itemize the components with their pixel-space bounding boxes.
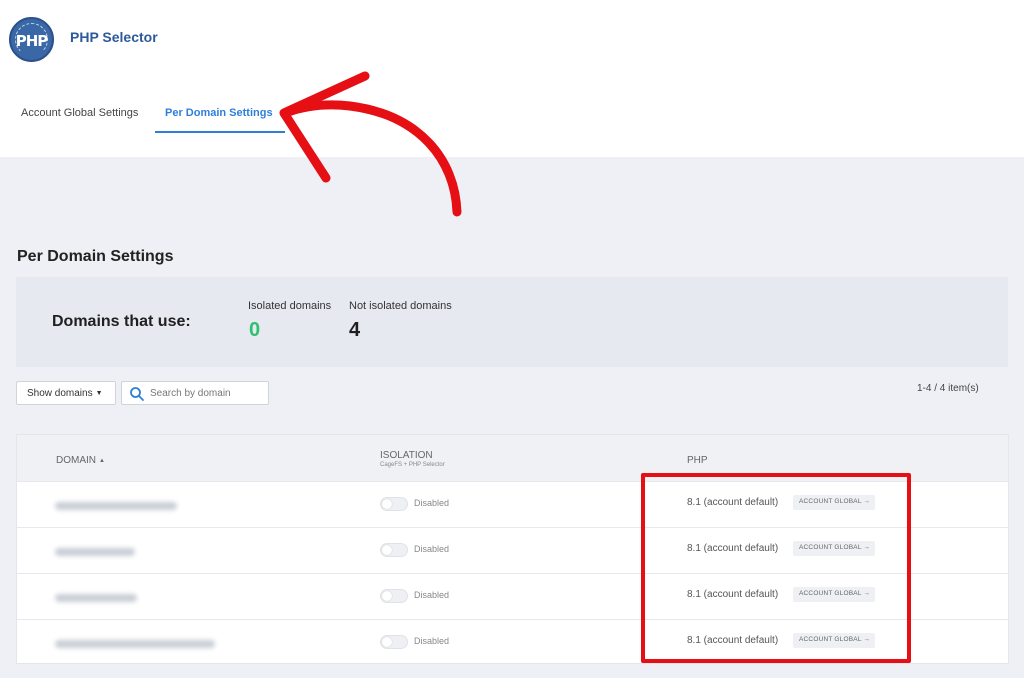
search-input[interactable] — [150, 385, 265, 402]
tab-account-global-settings[interactable]: Account Global Settings — [21, 107, 138, 119]
pagination-info: 1-4 / 4 item(s) — [917, 383, 979, 394]
isolation-status: Disabled — [414, 636, 450, 646]
isolation-toggle[interactable] — [380, 635, 408, 649]
domain-stats-panel: Domains that use: Isolated domains 0 Not… — [16, 277, 1008, 367]
domains-table: DOMAIN ▲ ISOLATION CageFS + PHP Selector … — [16, 434, 1009, 664]
isolation-toggle[interactable] — [380, 497, 408, 511]
php-logo-icon: PHP — [9, 17, 54, 62]
table-row: Disabled 8.1 (account default) ACCOUNT G… — [17, 527, 1008, 573]
isolation-toggle[interactable] — [380, 589, 408, 603]
stats-heading: Domains that use: — [52, 313, 191, 330]
column-header-isolation: ISOLATION — [380, 450, 433, 461]
column-header-domain[interactable]: DOMAIN ▲ — [56, 455, 105, 466]
not-isolated-domains-count: 4 — [349, 319, 361, 341]
domain-name-redacted — [55, 640, 215, 648]
php-version: 8.1 (account default) — [687, 497, 779, 508]
isolation-status: Disabled — [414, 544, 450, 554]
isolation-status: Disabled — [414, 590, 450, 600]
isolation-toggle[interactable] — [380, 543, 408, 557]
php-version: 8.1 (account default) — [687, 589, 779, 600]
active-tab-indicator — [155, 131, 285, 133]
tab-per-domain-settings[interactable]: Per Domain Settings — [165, 107, 273, 119]
section-title: Per Domain Settings — [17, 248, 174, 265]
php-version: 8.1 (account default) — [687, 543, 779, 554]
php-version: 8.1 (account default) — [687, 635, 779, 646]
table-row: Disabled 8.1 (account default) ACCOUNT G… — [17, 481, 1008, 527]
table-row: Disabled 8.1 (account default) ACCOUNT G… — [17, 573, 1008, 619]
account-global-link[interactable]: ACCOUNT GLOBAL → — [793, 587, 876, 602]
column-domain-label: DOMAIN — [56, 455, 96, 466]
domain-name-redacted — [55, 594, 137, 602]
search-box[interactable] — [121, 381, 269, 405]
column-header-php: PHP — [687, 455, 708, 466]
table-row: Disabled 8.1 (account default) ACCOUNT G… — [17, 619, 1008, 665]
not-isolated-domains-label: Not isolated domains — [349, 300, 452, 312]
isolated-domains-label: Isolated domains — [248, 300, 332, 312]
logo-text: PHP — [15, 32, 49, 50]
account-global-link[interactable]: ACCOUNT GLOBAL → — [793, 541, 876, 556]
caret-down-icon: ▼ — [95, 390, 103, 397]
account-global-link[interactable]: ACCOUNT GLOBAL → — [793, 495, 876, 510]
account-global-link[interactable]: ACCOUNT GLOBAL → — [793, 633, 876, 648]
isolation-status: Disabled — [414, 498, 450, 508]
column-header-isolation-sub: CageFS + PHP Selector — [380, 462, 445, 468]
domain-name-redacted — [55, 502, 177, 510]
search-icon — [130, 387, 144, 401]
show-domains-dropdown[interactable]: Show domains ▼ — [16, 381, 116, 405]
header: PHP PHP Selector Account Global Settings… — [0, 0, 1024, 157]
app-title: PHP Selector — [70, 29, 158, 45]
domain-name-redacted — [55, 548, 135, 556]
sort-asc-icon: ▲ — [99, 458, 105, 464]
isolated-domains-count: 0 — [249, 319, 261, 341]
show-domains-label: Show domains — [27, 388, 93, 399]
table-header: DOMAIN ▲ ISOLATION CageFS + PHP Selector … — [17, 435, 1008, 481]
